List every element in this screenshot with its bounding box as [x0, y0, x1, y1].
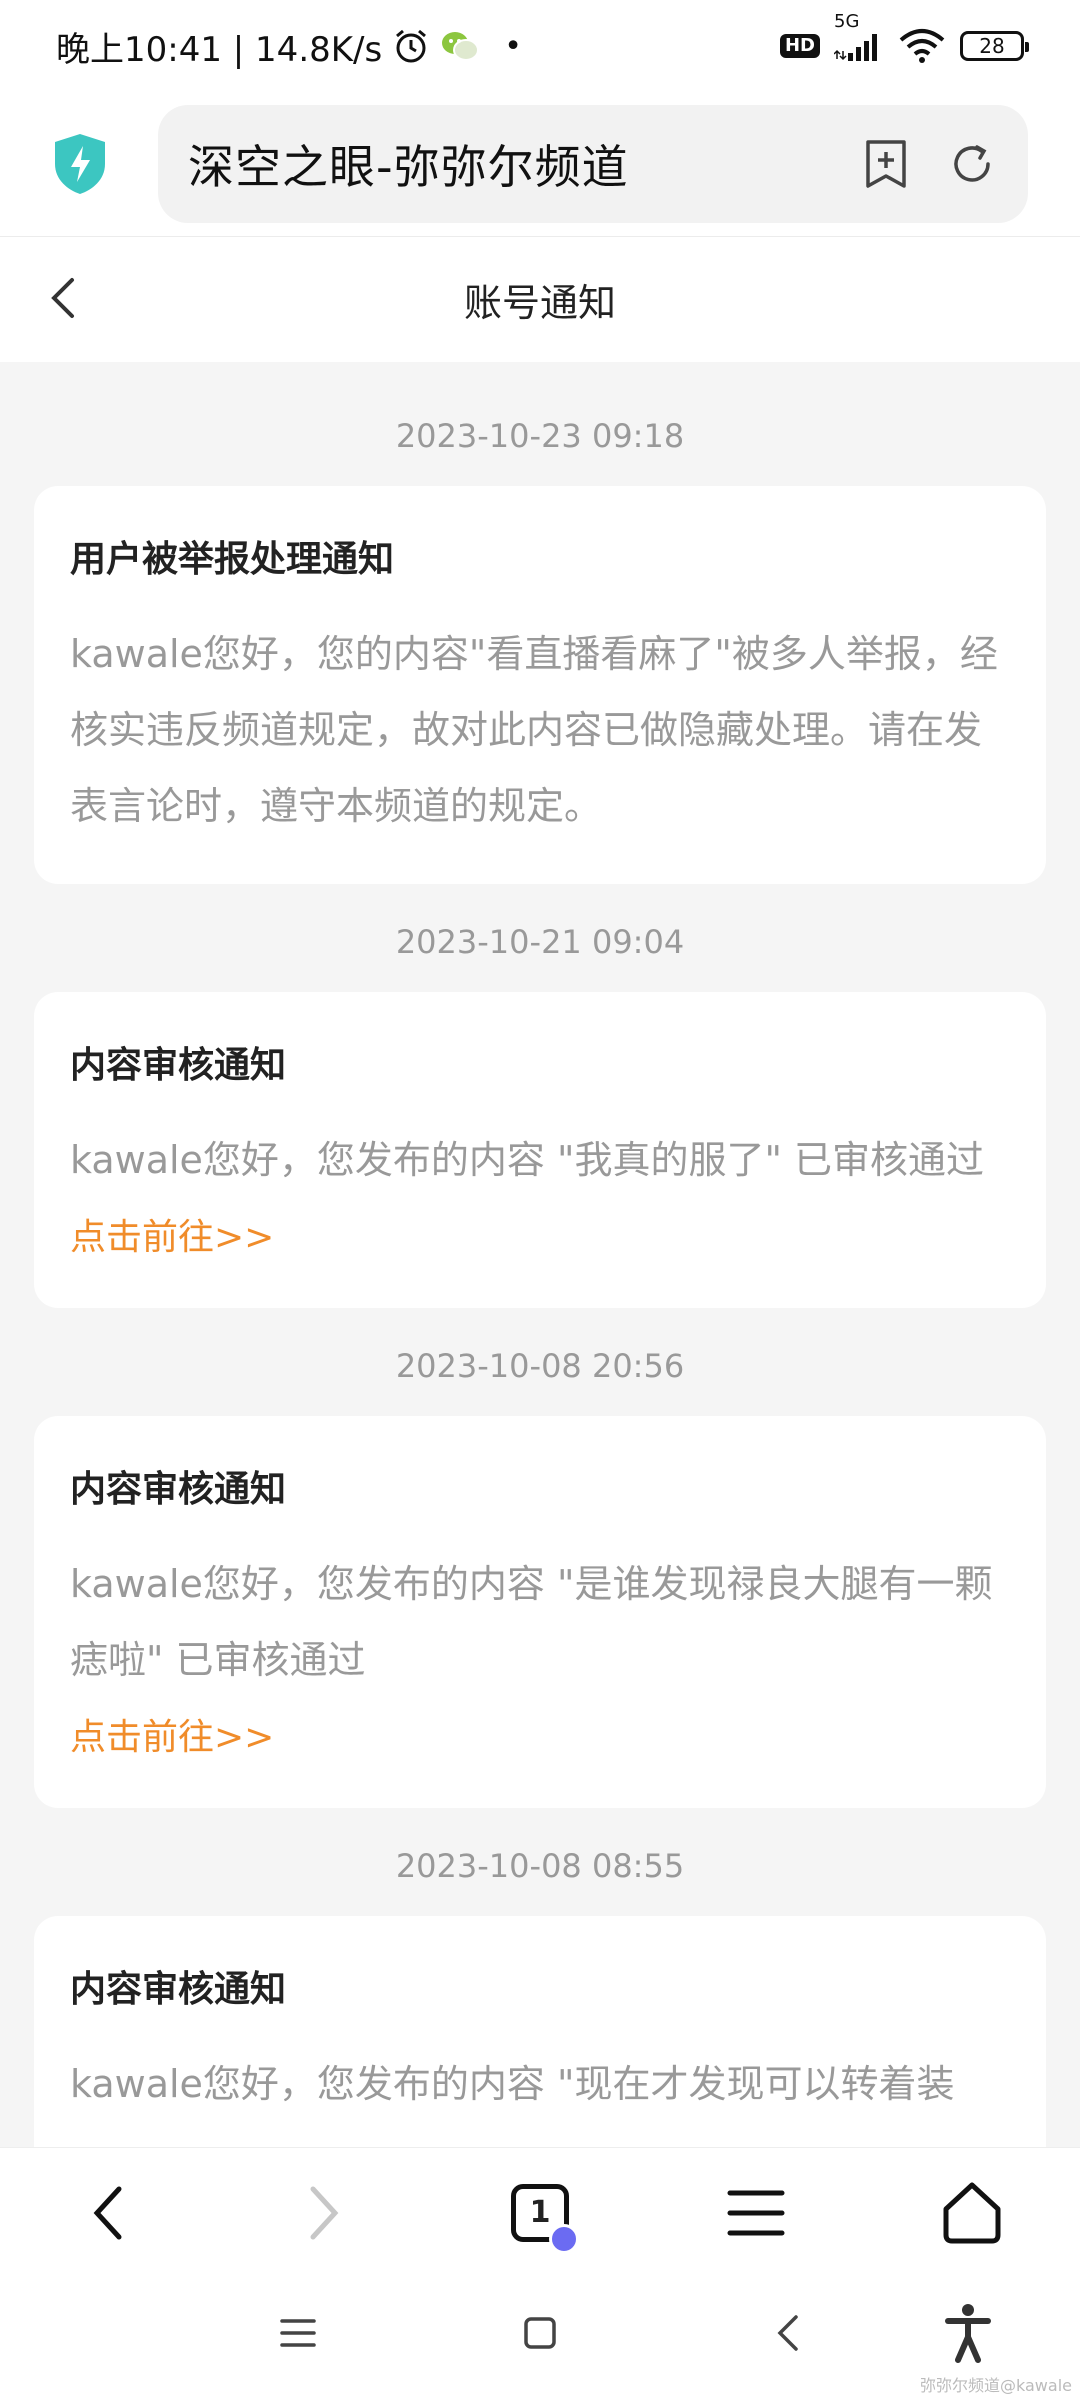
notification-list: 2023-10-23 09:18 用户被举报处理通知 kawale您好，您的内容… [0, 362, 1080, 2147]
browser-bottom-nav: 1 [0, 2147, 1080, 2277]
browser-toolbar: 深空之眼-弥弥尔频道 [0, 92, 1080, 236]
url-field[interactable]: 深空之眼-弥弥尔频道 [158, 105, 1028, 223]
notification-title: 内容审核通知 [70, 1045, 287, 1086]
add-bookmark-button[interactable] [860, 138, 912, 190]
url-title[interactable]: 深空之眼-弥弥尔频道 [188, 131, 826, 197]
wechat-icon [440, 29, 480, 63]
signal-icon: 5G [834, 11, 884, 63]
bookmark-add-icon [866, 140, 906, 188]
dot-icon: • [504, 28, 522, 64]
battery-level: 28 [979, 34, 1005, 58]
screen: 晚上10:41 | 14.8K/s • HD 5G 28 深空之眼-弥弥尔频道 … [0, 0, 1080, 2400]
arrow-back-icon [93, 2186, 122, 2239]
notification-time: 2023-10-08 08:55 [395, 1847, 685, 1885]
menu-icon [727, 2190, 785, 2235]
notification-body: kawale您好，您发布的内容 "我真的服了" 已审核通过 [70, 1138, 985, 1182]
notification-time: 2023-10-08 20:56 [395, 1347, 685, 1385]
recents-icon [280, 2319, 316, 2347]
notification-time: 2023-10-23 09:18 [395, 417, 685, 455]
notification-card[interactable]: 内容审核通知 kawale您好，您发布的内容 "是谁发现禄良大腿有一颗痣啦" 已… [34, 1416, 1046, 1808]
hd-badge: HD [779, 34, 820, 58]
refresh-button[interactable] [946, 138, 998, 190]
refresh-icon [954, 145, 990, 182]
battery-icon: 28 [960, 31, 1029, 61]
system-nav-bar: 弥弥尔频道@kawale [0, 2277, 1080, 2400]
notification-body: kawale您好，您发布的内容 "是谁发现禄良大腿有一颗痣啦" 已审核通过 [70, 1562, 993, 1682]
back-button[interactable] [38, 273, 88, 323]
go-to-link[interactable]: 点击前往>> [70, 1208, 1010, 1268]
alarm-icon [392, 27, 430, 65]
security-shield-icon[interactable] [52, 132, 108, 196]
arrow-forward-icon [310, 2186, 339, 2239]
notification-body: kawale您好，您的内容"看直播看麻了"被多人举报，经核实违反频道规定，故对此… [70, 632, 998, 828]
notification-time: 2023-10-21 09:04 [395, 923, 685, 961]
watermark: 弥弥尔频道@kawale [920, 2376, 1072, 2395]
status-right: HD 5G 28 [779, 11, 1029, 64]
notification-card[interactable]: 用户被举报处理通知 kawale您好，您的内容"看直播看麻了"被多人举报，经核实… [34, 486, 1046, 884]
recent-apps-button[interactable] [268, 2303, 328, 2363]
back-system-button[interactable] [758, 2303, 818, 2363]
wifi-icon [898, 28, 946, 64]
network-label: 5G [834, 11, 860, 32]
page-title: 账号通知 [463, 281, 616, 325]
browser-forward-button[interactable] [279, 2168, 369, 2258]
notification-card[interactable]: 内容审核通知 kawale您好，您发布的内容 "现在才发现可以转着装 [34, 1916, 1046, 2147]
notification-title: 内容审核通知 [70, 1969, 287, 2010]
square-icon [524, 2317, 556, 2349]
status-left: 晚上10:41 | 14.8K/s • [56, 22, 522, 71]
accessibility-button[interactable] [938, 2303, 998, 2363]
go-to-link[interactable]: 点击前往>> [70, 1708, 1010, 1768]
notification-card[interactable]: 内容审核通知 kawale您好，您发布的内容 "我真的服了" 已审核通过 点击前… [34, 992, 1046, 1308]
status-bar: 晚上10:41 | 14.8K/s • HD 5G 28 [0, 0, 1080, 92]
chevron-left-icon [51, 278, 74, 318]
notification-title: 用户被举报处理通知 [70, 539, 395, 580]
home-icon [943, 2182, 1001, 2243]
incognito-ghost-icon [549, 2223, 579, 2254]
status-time-speed: 晚上10:41 | 14.8K/s [56, 29, 383, 70]
tabs-button[interactable]: 1 [495, 2168, 585, 2258]
home-system-button[interactable] [510, 2303, 570, 2363]
home-button[interactable] [927, 2168, 1017, 2258]
page-header: 账号通知 [0, 236, 1080, 362]
notification-body: kawale您好，您发布的内容 "现在才发现可以转着装 [70, 2062, 955, 2106]
browser-back-button[interactable] [63, 2168, 153, 2258]
accessibility-icon [945, 2304, 991, 2363]
menu-button[interactable] [711, 2168, 801, 2258]
notification-title: 内容审核通知 [70, 1469, 287, 1510]
triangle-back-icon [777, 2315, 798, 2351]
